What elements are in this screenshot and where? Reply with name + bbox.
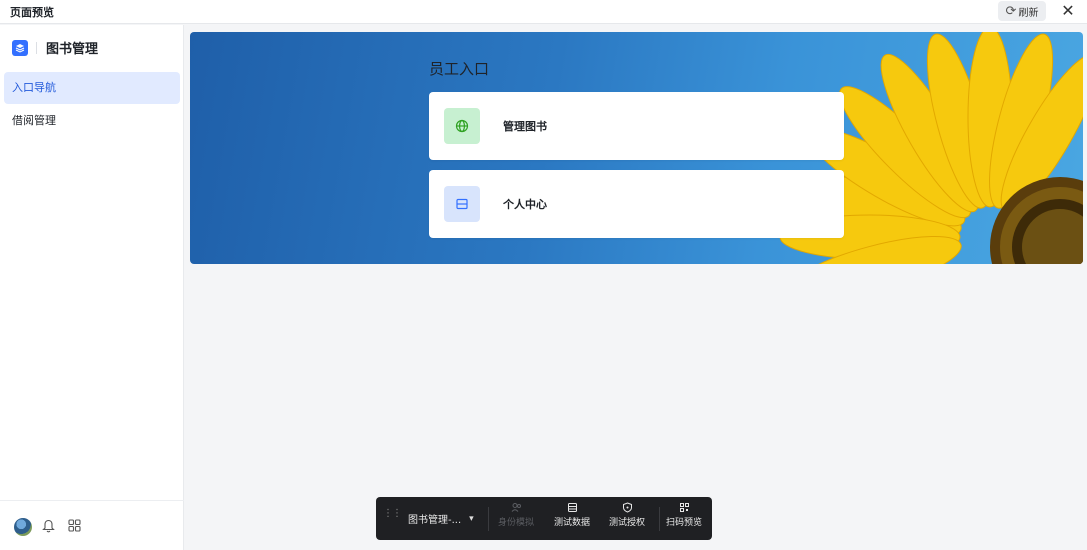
test-data-button[interactable]: 测试数据: [550, 502, 594, 536]
sidebar-item-entry-nav[interactable]: 入口导航: [4, 72, 180, 104]
table-icon: [550, 502, 594, 516]
refresh-icon: ⟳: [1005, 3, 1017, 19]
card-label: 管理图书: [503, 120, 547, 133]
app-logo-icon: [12, 39, 28, 56]
bell-icon[interactable]: [42, 519, 55, 536]
panel-icon: [444, 186, 480, 222]
qrcode-icon: [662, 502, 706, 516]
shield-icon: [605, 502, 649, 516]
apps-grid-icon[interactable]: [68, 519, 81, 535]
card-personal-center[interactable]: 个人中心: [429, 170, 844, 238]
app-name: 图书管理: [46, 42, 99, 57]
users-icon: [494, 502, 538, 516]
simulate-identity-button[interactable]: 身份模拟: [494, 502, 538, 536]
drag-handle-icon[interactable]: ⋮⋮: [383, 509, 402, 519]
toolbar-button-label: 扫码预览: [665, 518, 702, 528]
toolbar-button-label: 测试授权: [608, 518, 645, 528]
card-label: 个人中心: [503, 198, 547, 211]
preview-toolbar: ⋮⋮ 图书管理-... ▾ 身份模拟 测试数据 测试授权 扫码预览: [376, 497, 712, 540]
refresh-label: 刷新: [1018, 7, 1039, 19]
brand-divider: [36, 41, 37, 54]
toolbar-divider: [659, 507, 660, 531]
refresh-button[interactable]: ⟳ 刷新: [998, 1, 1046, 21]
toolbar-divider: [488, 507, 489, 531]
close-button[interactable]: ✕: [1058, 0, 1078, 22]
sidebar-footer: [0, 500, 184, 550]
entry-section-title: 员工入口: [429, 60, 490, 78]
app-select-dropdown[interactable]: 图书管理-... ▾: [408, 497, 474, 540]
app-select-value: 图书管理-...: [408, 515, 462, 526]
sidebar: 图书管理 入口导航 借阅管理: [0, 25, 184, 550]
scan-preview-button[interactable]: 扫码预览: [662, 502, 706, 536]
chevron-down-icon: ▾: [469, 513, 474, 524]
toolbar-button-label: 身份模拟: [497, 518, 534, 528]
app-brand: 图书管理: [12, 38, 98, 57]
card-manage-books[interactable]: 管理图书: [429, 92, 844, 160]
user-avatar[interactable]: [14, 518, 32, 536]
title-bar: 页面预览 ⟳ 刷新 ✕: [0, 0, 1087, 24]
toolbar-button-label: 测试数据: [553, 518, 590, 528]
window-title: 页面预览: [10, 6, 54, 19]
test-authorization-button[interactable]: 测试授权: [605, 502, 649, 536]
sidebar-item-borrow-management[interactable]: 借阅管理: [4, 105, 180, 137]
globe-icon: [444, 108, 480, 144]
